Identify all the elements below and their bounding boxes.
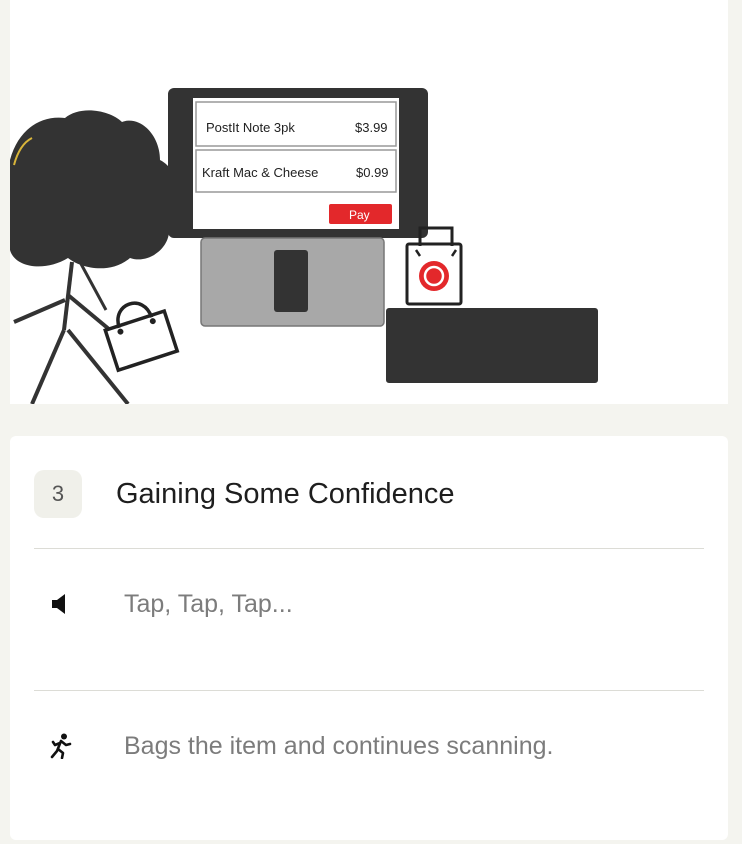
- action-text: Bags the item and continues scanning.: [124, 731, 554, 760]
- self-checkout-drawing: PostIt Note 3pk $3.99 Kraft Mac & Cheese…: [10, 88, 598, 404]
- receipt-item-name: Kraft Mac & Cheese: [202, 165, 318, 180]
- step-card: 3 Gaining Some Confidence Tap, Tap, Tap.…: [10, 436, 728, 840]
- running-person-icon: [34, 733, 90, 759]
- step-number-badge: 3: [34, 470, 82, 518]
- receipt-item-name: PostIt Note 3pk: [206, 120, 295, 135]
- checkout-screen: PostIt Note 3pk $3.99 Kraft Mac & Cheese…: [168, 88, 428, 238]
- action-row: Bags the item and continues scanning.: [34, 726, 704, 766]
- step-header: 3 Gaining Some Confidence: [34, 470, 455, 518]
- receipt-item-price: $3.99: [355, 120, 388, 135]
- target-bag-icon: [405, 226, 463, 306]
- pay-label: Pay: [349, 208, 370, 222]
- bagging-counter: [386, 308, 598, 383]
- divider: [34, 690, 704, 691]
- scanner-base: [200, 237, 385, 327]
- sound-text: Tap, Tap, Tap...: [124, 589, 293, 618]
- receipt-item-price: $0.99: [356, 165, 389, 180]
- step-title: Gaining Some Confidence: [116, 477, 455, 510]
- sound-row: Tap, Tap, Tap...: [34, 584, 704, 624]
- shopping-bag-icon: [103, 301, 180, 373]
- divider: [34, 548, 704, 549]
- storyboard-illustration: PostIt Note 3pk $3.99 Kraft Mac & Cheese…: [10, 0, 728, 404]
- speaker-icon: [34, 592, 90, 616]
